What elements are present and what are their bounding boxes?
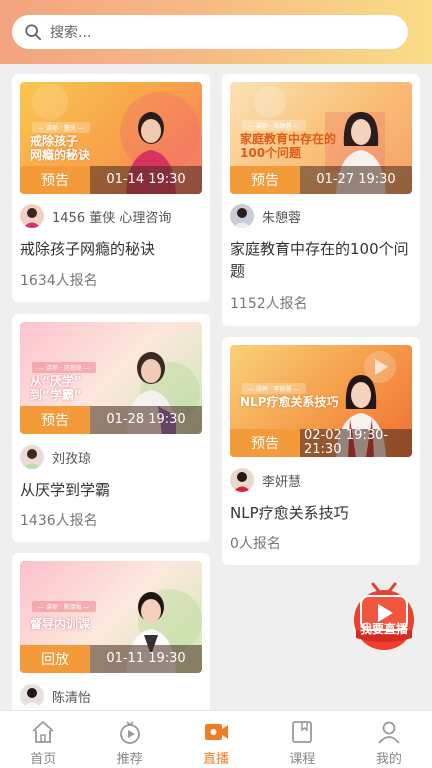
course-title[interactable]: NLP疗愈关系技巧: [230, 502, 416, 524]
course-title[interactable]: 从厌学到学霸: [20, 479, 206, 501]
course-card[interactable]: — 讲师 · 董侠 — 戒除孩子 网瘾的秘诀 预告 01-14 19:30 14…: [12, 74, 210, 302]
status-badge: 预告: [230, 429, 300, 457]
avatar: [230, 468, 254, 492]
schedule-time: 01-28 19:30: [90, 406, 202, 434]
nav-live[interactable]: 直播: [173, 711, 259, 768]
search-placeholder: 搜索...: [50, 25, 92, 41]
course-card[interactable]: — 讲师 · 朱憩蓉 — 家庭教育中存在的 100个问题 预告 01-27 19…: [222, 74, 420, 326]
thumbnail-tag: — 讲师 · 李妍慧 —: [242, 383, 306, 394]
profile-icon: [378, 721, 400, 744]
host-name: 李妍慧: [262, 474, 302, 490]
course-card[interactable]: — 讲师 · 刘孜琼 — 从“厌学” 到“学霸” 预告 01-28 19:30 …: [12, 314, 210, 542]
schedule-time: 01-27 19:30: [300, 166, 412, 194]
course-thumbnail[interactable]: — 讲师 · 董侠 — 戒除孩子 网瘾的秘诀 预告 01-14 19:30: [20, 82, 202, 194]
search-input[interactable]: 搜索...: [12, 15, 408, 49]
bottom-nav: 首页 推荐 直播 课程 我的: [0, 710, 432, 768]
search-icon: [25, 24, 42, 41]
nav-recommend-label: 推荐: [116, 752, 143, 767]
schedule-time: 02-02 19:30-21:30: [300, 429, 412, 457]
schedule-time: 01-14 19:30: [90, 166, 202, 194]
nav-course[interactable]: 课程: [259, 711, 345, 768]
host-name: 朱憩蓉: [262, 210, 302, 226]
avatar: [20, 684, 44, 708]
thumbnail-tag: — 讲师 · 陈清怡 —: [32, 601, 96, 612]
home-icon: [32, 721, 54, 743]
host-row: 陈清怡: [20, 684, 91, 708]
course-thumbnail[interactable]: — 讲师 · 李妍慧 — NLP疗愈关系技巧 预告 02-02 19:30-21…: [230, 345, 412, 457]
course-card[interactable]: — 讲师 · 陈清怡 — 督导内训课 回放 01-11 19:30 陈清怡: [12, 553, 210, 713]
course-thumbnail[interactable]: — 讲师 · 陈清怡 — 督导内训课 回放 01-11 19:30: [20, 561, 202, 673]
schedule-time: 01-11 19:30: [90, 645, 202, 673]
nav-profile[interactable]: 我的: [346, 711, 432, 768]
status-badge: 预告: [230, 166, 300, 194]
course-thumbnail[interactable]: — 讲师 · 刘孜琼 — 从“厌学” 到“学霸” 预告 01-28 19:30: [20, 322, 202, 434]
host-name: 陈清怡: [52, 690, 92, 706]
status-badge: 回放: [20, 645, 90, 673]
host-row: 1456 董侠 心理咨询: [20, 204, 171, 228]
status-badge: 预告: [20, 166, 90, 194]
course-icon: [292, 721, 313, 743]
nav-recommend[interactable]: 推荐: [86, 711, 172, 768]
course-thumbnail[interactable]: — 讲师 · 朱憩蓉 — 家庭教育中存在的 100个问题 预告 01-27 19…: [230, 82, 412, 194]
avatar: [230, 204, 254, 228]
course-title[interactable]: 戒除孩子网瘾的秘诀: [20, 238, 206, 260]
thumbnail-title: 家庭教育中存在的 100个问题: [240, 132, 337, 160]
thumbnail-tag: — 讲师 · 朱憩蓉 —: [242, 120, 306, 131]
header: 搜索...: [0, 0, 432, 64]
host-row: 朱憩蓉: [230, 204, 301, 228]
go-live-icon: [354, 582, 414, 650]
thumbnail-tag: — 讲师 · 董侠 —: [32, 122, 90, 133]
host-name: 1456 董侠 心理咨询: [52, 210, 172, 226]
go-live-label: 我要直播: [359, 622, 408, 636]
avatar: [20, 445, 44, 469]
signup-count: 0人报名: [230, 536, 281, 552]
signup-count: 1152人报名: [230, 296, 308, 312]
recommend-icon: [119, 721, 140, 744]
thumbnail-title: 戒除孩子 网瘾的秘诀: [30, 134, 91, 162]
nav-live-label: 直播: [203, 752, 230, 767]
avatar: [20, 204, 44, 228]
live-icon: [205, 724, 229, 740]
nav-home-label: 首页: [30, 752, 57, 767]
signup-count: 1634人报名: [20, 273, 98, 289]
signup-count: 1436人报名: [20, 513, 98, 529]
host-row: 刘孜琼: [20, 445, 91, 469]
host-name: 刘孜琼: [52, 451, 92, 467]
status-badge: 预告: [20, 406, 90, 434]
course-card[interactable]: — 讲师 · 李妍慧 — NLP疗愈关系技巧 预告 02-02 19:30-21…: [222, 337, 420, 565]
course-title[interactable]: 家庭教育中存在的100个问题: [230, 238, 416, 282]
go-live-button[interactable]: 我要直播: [347, 580, 421, 654]
thumbnail-tag: — 讲师 · 刘孜琼 —: [32, 362, 96, 373]
nav-course-label: 课程: [289, 752, 316, 767]
nav-home[interactable]: 首页: [0, 711, 86, 768]
host-row: 李妍慧: [230, 468, 301, 492]
thumbnail-title: 从“厌学” 到“学霸”: [30, 374, 82, 402]
nav-profile-label: 我的: [375, 752, 402, 767]
